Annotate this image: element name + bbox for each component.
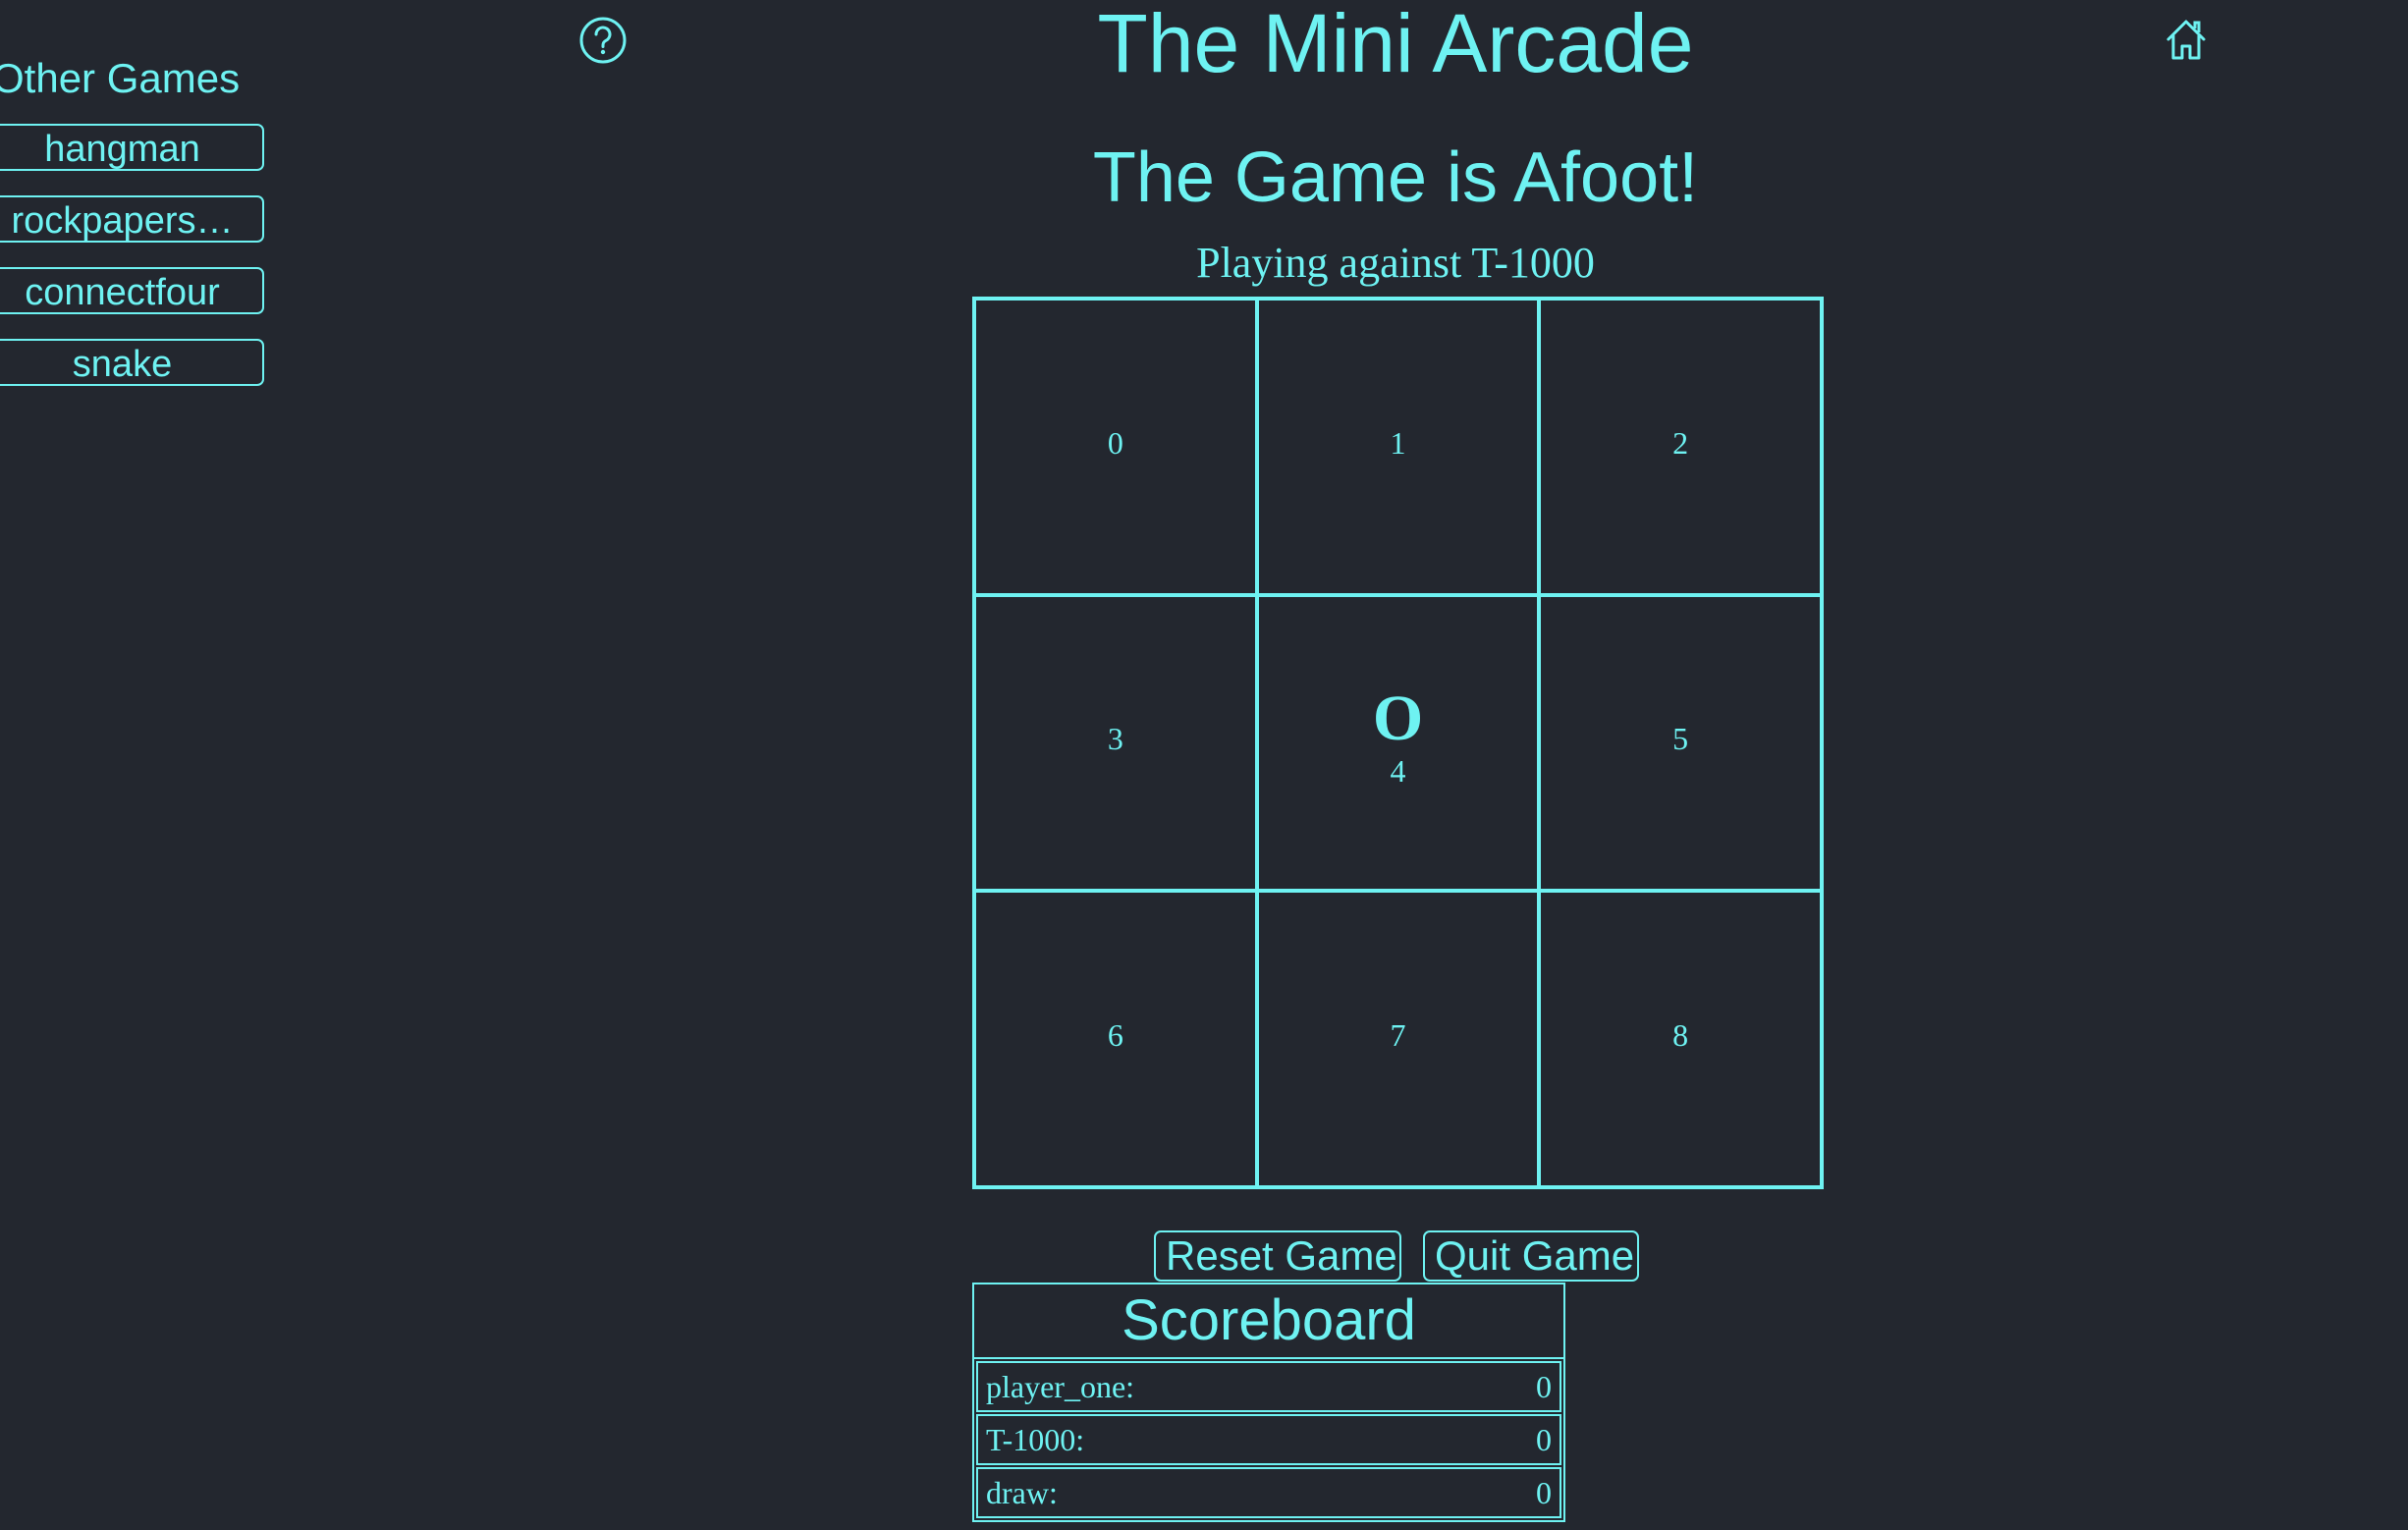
board-cell-7[interactable]: 7	[1256, 891, 1540, 1187]
quit-game-button[interactable]: Quit Game	[1423, 1230, 1639, 1282]
score-row-t1000: T-1000: 0	[976, 1414, 1561, 1465]
score-label: draw:	[986, 1474, 1058, 1510]
score-row-draw: draw: 0	[976, 1467, 1561, 1518]
score-row-player-one: player_one: 0	[976, 1361, 1561, 1412]
board-cell-4[interactable]: O4	[1256, 594, 1540, 892]
board-cell-1[interactable]: 1	[1256, 299, 1540, 595]
board-cell-3[interactable]: 3	[974, 594, 1257, 892]
cell-index: 5	[1672, 721, 1689, 757]
game-link-connectfour[interactable]: connectfour	[0, 267, 264, 314]
home-icon[interactable]	[2162, 16, 2210, 63]
game-link-hangman[interactable]: hangman	[0, 124, 264, 171]
cell-index: 6	[1107, 1017, 1123, 1054]
board-cell-2[interactable]: 2	[1539, 299, 1822, 595]
board-cell-6[interactable]: 6	[974, 891, 1257, 1187]
score-value: 0	[1536, 1421, 1552, 1457]
reset-game-button[interactable]: Reset Game	[1154, 1230, 1401, 1282]
cell-index: 1	[1390, 424, 1406, 461]
board-cell-5[interactable]: 5	[1539, 594, 1822, 892]
game-status: The Game is Afoot!	[1092, 138, 1699, 217]
sidebar-title: Other Games	[0, 55, 241, 101]
score-label: T-1000:	[986, 1421, 1085, 1457]
scoreboard-title: Scoreboard	[974, 1284, 1563, 1359]
cell-index: 2	[1672, 424, 1689, 461]
scoreboard: Scoreboard player_one: 0 T-1000: 0 draw:…	[972, 1283, 1565, 1522]
score-label: player_one:	[986, 1368, 1135, 1404]
score-value: 0	[1536, 1368, 1552, 1404]
tictactoe-board: 0 1 2 3 O4 5 6 7 8	[972, 297, 1824, 1189]
cell-index: 4	[1390, 753, 1406, 790]
cell-index: 8	[1672, 1017, 1689, 1054]
cell-index: 0	[1107, 424, 1123, 461]
score-value: 0	[1536, 1474, 1552, 1510]
opponent-label: Playing against T-1000	[1196, 239, 1595, 287]
cell-index: 3	[1107, 721, 1123, 757]
app-title: The Mini Arcade	[1097, 0, 1694, 89]
cell-mark: O	[1372, 683, 1424, 755]
board-cell-8[interactable]: 8	[1539, 891, 1822, 1187]
board-cell-0[interactable]: 0	[974, 299, 1257, 595]
question-circle-icon[interactable]	[579, 17, 627, 64]
game-link-rockpaperscissors[interactable]: rockpapers…	[0, 195, 264, 243]
game-link-snake[interactable]: snake	[0, 339, 264, 386]
cell-index: 7	[1390, 1017, 1406, 1054]
